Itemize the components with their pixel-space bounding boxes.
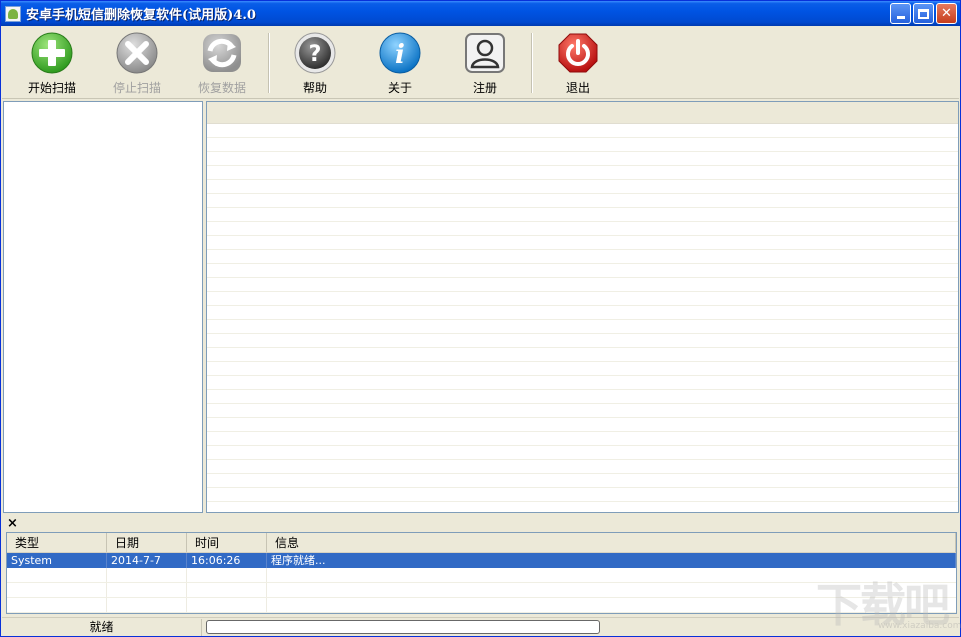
log-empty-row xyxy=(7,598,956,613)
help-label: 帮助 xyxy=(302,81,327,95)
watermark-url: www.xiazaiba.com xyxy=(878,621,961,631)
log-row[interactable]: System 2014-7-7 16:06:26 程序就绪... xyxy=(7,553,956,568)
power-icon xyxy=(555,30,601,75)
plus-circle-icon xyxy=(29,30,75,75)
log-cell-date: 2014-7-7 xyxy=(107,553,187,568)
window-title: 安卓手机短信删除恢复软件(试用版)4.0 xyxy=(26,8,256,23)
user-icon xyxy=(462,30,508,75)
info-icon: i xyxy=(377,30,423,75)
message-list-body[interactable] xyxy=(207,124,958,512)
about-label: 关于 xyxy=(387,81,412,95)
window-controls: ✕ xyxy=(890,3,957,24)
log-column-time[interactable]: 时间 xyxy=(187,533,267,552)
main-window: 安卓手机短信删除恢复软件(试用版)4.0 ✕ 开始扫描 停止扫描 恢复数据 ? … xyxy=(0,0,961,637)
start-scan-button[interactable]: 开始扫描 xyxy=(12,30,92,96)
refresh-icon xyxy=(199,30,245,75)
log-column-message[interactable]: 信息 xyxy=(267,533,956,552)
exit-label: 退出 xyxy=(565,81,590,95)
message-list-header[interactable] xyxy=(207,102,958,124)
minimize-button[interactable] xyxy=(890,3,911,24)
log-close-icon[interactable]: × xyxy=(7,516,18,531)
recover-data-label: 恢复数据 xyxy=(197,81,246,95)
log-column-date[interactable]: 日期 xyxy=(107,533,187,552)
progress-bar xyxy=(206,620,600,634)
start-scan-label: 开始扫描 xyxy=(27,81,76,95)
help-button[interactable]: ? 帮助 xyxy=(275,30,355,96)
log-panel: 类型 日期 时间 信息 System 2014-7-7 16:06:26 程序就… xyxy=(6,532,957,614)
exit-button[interactable]: 退出 xyxy=(538,30,618,96)
device-tree-panel[interactable] xyxy=(3,101,203,513)
status-text: 就绪 xyxy=(2,618,202,636)
x-circle-icon xyxy=(114,30,160,75)
title-bar[interactable]: 安卓手机短信删除恢复软件(试用版)4.0 ✕ xyxy=(1,1,960,26)
log-empty-row xyxy=(7,568,956,583)
question-icon: ? xyxy=(292,30,338,75)
log-cell-time: 16:06:26 xyxy=(187,553,267,568)
svg-text:i: i xyxy=(395,40,405,70)
maximize-icon xyxy=(918,8,929,19)
log-cell-message: 程序就绪... xyxy=(267,553,956,568)
message-list-panel[interactable] xyxy=(206,101,959,513)
toolbar: 开始扫描 停止扫描 恢复数据 ? 帮助 i 关于 注册 退出 xyxy=(2,27,959,99)
register-button[interactable]: 注册 xyxy=(445,30,525,96)
toolbar-separator xyxy=(531,33,533,93)
about-button[interactable]: i 关于 xyxy=(360,30,440,96)
log-header: 类型 日期 时间 信息 xyxy=(7,533,956,553)
svg-text:?: ? xyxy=(309,42,322,67)
log-column-type[interactable]: 类型 xyxy=(7,533,107,552)
log-empty-row xyxy=(7,583,956,598)
stop-scan-label: 停止扫描 xyxy=(112,81,161,95)
stop-scan-button[interactable]: 停止扫描 xyxy=(97,30,177,96)
log-cell-type: System xyxy=(7,553,107,568)
recover-data-button[interactable]: 恢复数据 xyxy=(182,30,262,96)
close-button[interactable]: ✕ xyxy=(936,3,957,24)
register-label: 注册 xyxy=(472,81,497,95)
android-icon[interactable] xyxy=(5,5,21,22)
close-icon: ✕ xyxy=(941,6,952,21)
minimize-icon xyxy=(896,16,905,19)
toolbar-separator xyxy=(268,33,270,93)
maximize-button[interactable] xyxy=(913,3,934,24)
watermark-logo: 下载吧 www.xiazaiba.com xyxy=(816,569,961,635)
